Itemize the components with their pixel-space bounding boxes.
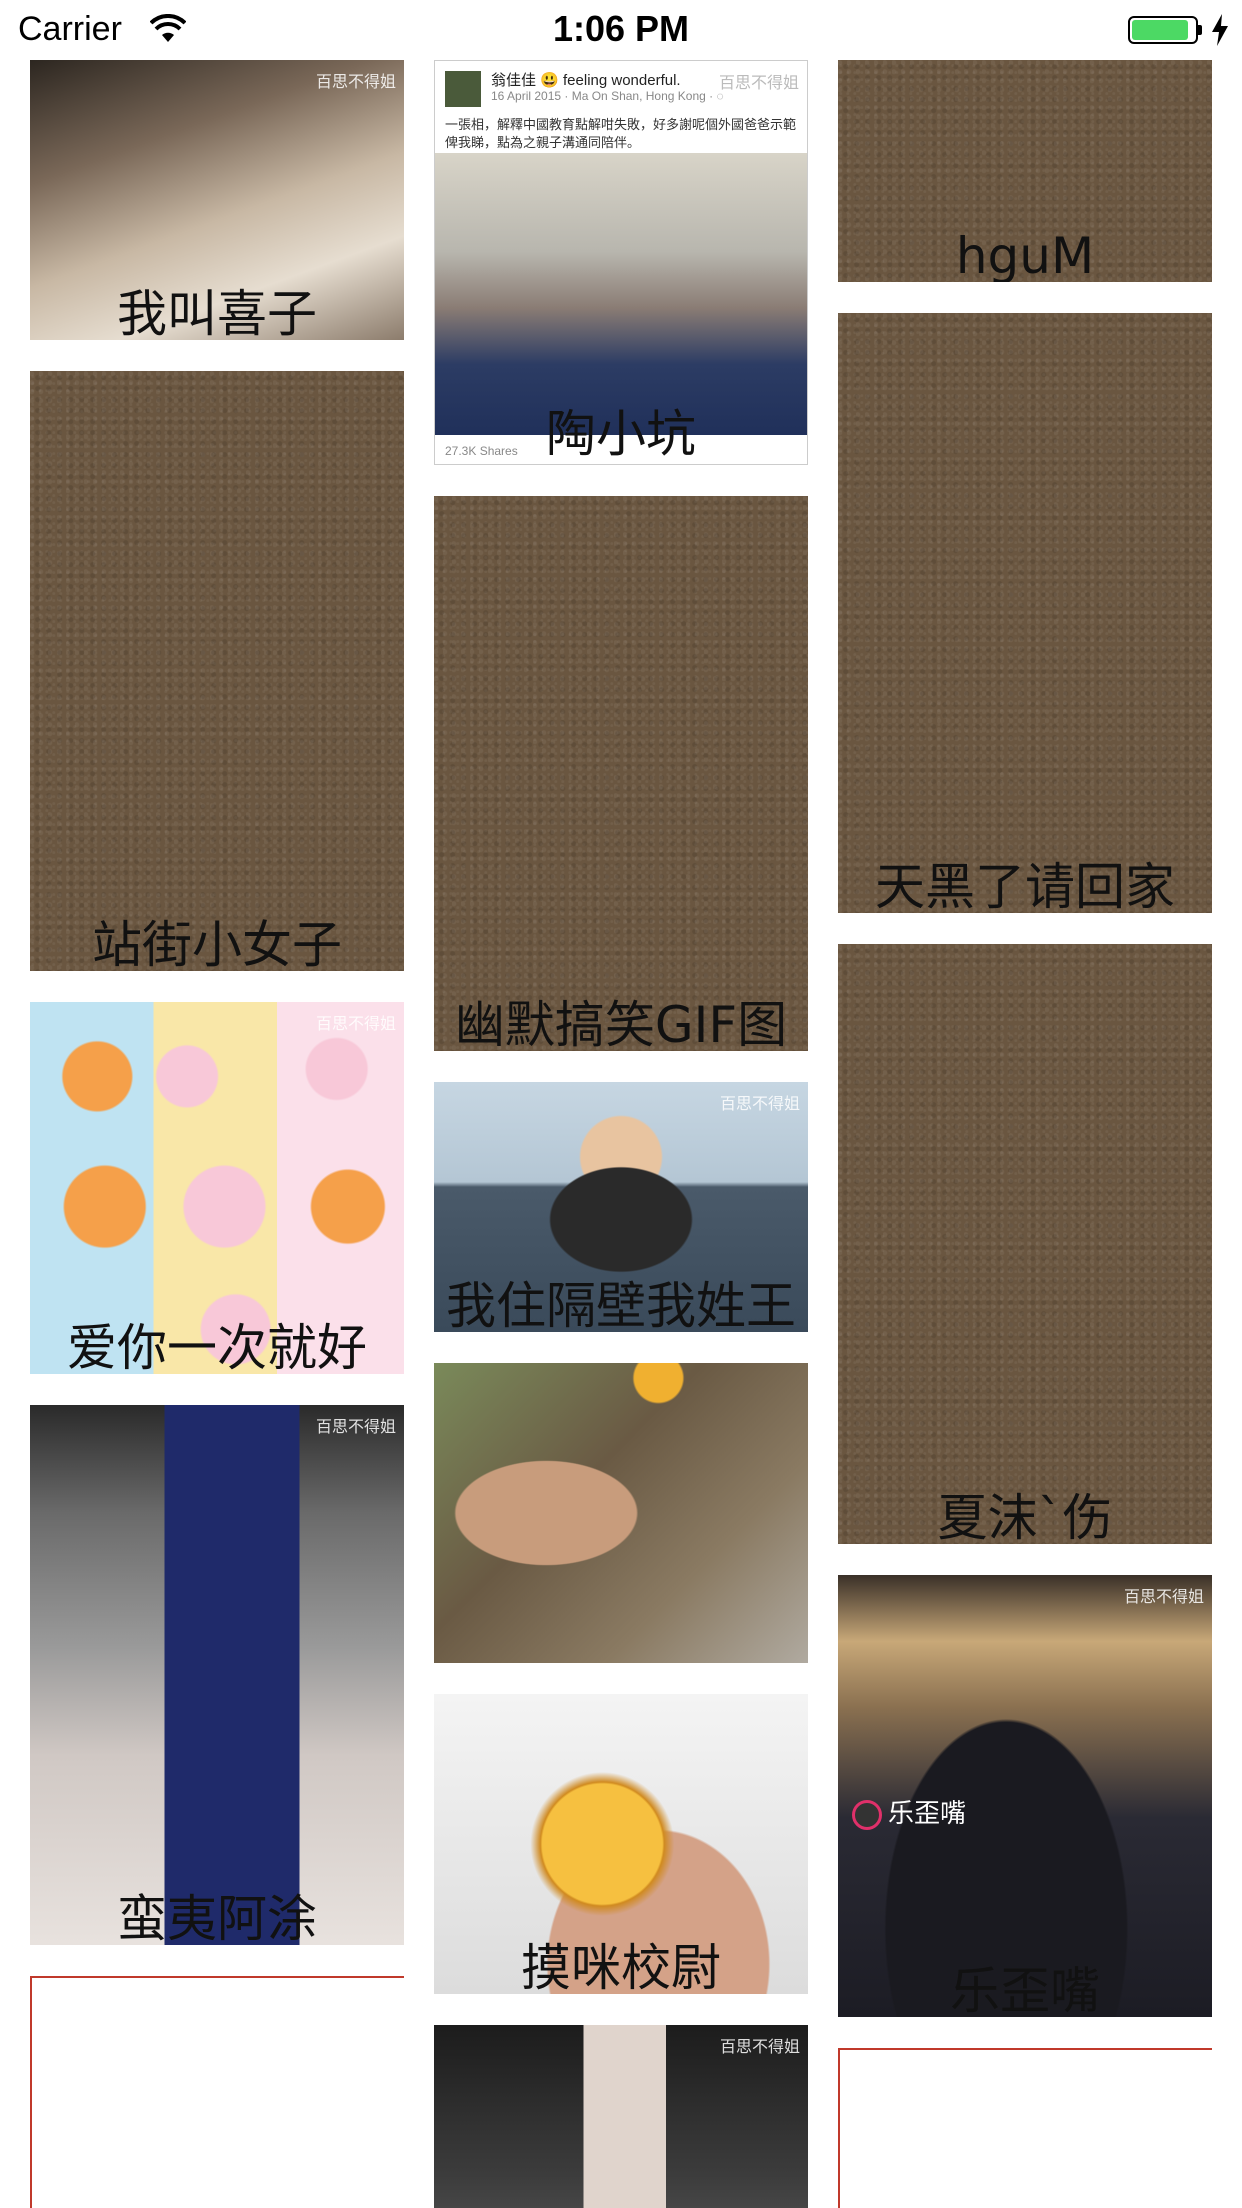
card-caption: 夏沫`伤	[937, 1489, 1113, 1544]
post-meta: 16 April 2015 · Ma On Shan, Hong Kong · …	[491, 89, 724, 103]
card-caption: 幽默搞笑GIF图	[454, 996, 788, 1051]
badge-avatar-icon	[852, 1799, 882, 1830]
feed-card-empty[interactable]	[30, 1976, 404, 2208]
post-author: 翁佳佳 😃 feeling wonderful.	[491, 72, 681, 89]
card-caption: 蛮夷阿涂	[117, 1890, 317, 1945]
feed-card[interactable]: 百思不得姐 我叫喜子	[30, 60, 404, 340]
badge-label: 乐歪嘴	[888, 1799, 967, 1829]
card-caption: 摸咪校尉	[521, 1939, 721, 1994]
watermark: 百思不得姐	[718, 73, 799, 92]
feed-card-empty[interactable]	[838, 2048, 1212, 2208]
watermark: 百思不得姐	[719, 2037, 800, 2056]
watermark: 百思不得姐	[315, 1014, 396, 1033]
waterfall-feed[interactable]: 百思不得姐 我叫喜子 站街小女子 百思不得姐 爱你一次就好 百思不得姐 蛮夷阿涂…	[0, 60, 1242, 2208]
feed-card[interactable]: 百思不得姐 爱你一次就好	[30, 1002, 404, 1374]
battery-nub	[1198, 25, 1202, 35]
watermark: 百思不得姐	[315, 1417, 396, 1436]
status-time: 1:06 PM	[552, 8, 690, 49]
feed-card[interactable]	[434, 1363, 808, 1663]
card-caption: 我叫喜子	[117, 285, 317, 340]
watermark: 百思不得姐	[719, 1094, 800, 1113]
watermark: 百思不得姐	[315, 72, 396, 91]
watermark: 百思不得姐	[1123, 1587, 1204, 1606]
card-caption: hguM	[955, 227, 1095, 282]
feed-card[interactable]: 百思不得姐 我住隔壁我姓王	[434, 1082, 808, 1332]
feed-card[interactable]: 摸咪校尉	[434, 1694, 808, 1994]
feed-card[interactable]: 百思不得姐 乐歪嘴 乐歪嘴	[838, 1575, 1212, 2017]
post-text: 一張相，解釋中國教育點解咁失敗，好多謝呢個外國爸爸示範俾我睇，點為之親子溝通同陪…	[445, 118, 797, 151]
feed-card[interactable]: 站街小女子	[30, 371, 404, 971]
avatar	[445, 71, 481, 107]
card-image	[434, 1363, 808, 1663]
user-badge: 乐歪嘴	[852, 1793, 966, 1830]
feed-card[interactable]: hguM	[838, 60, 1212, 282]
card-caption: 站街小女子	[92, 916, 342, 971]
feed-card[interactable]: 幽默搞笑GIF图	[434, 496, 808, 1051]
battery-fill	[1132, 20, 1188, 40]
card-caption: 我住隔壁我姓王	[446, 1277, 796, 1332]
feed-card[interactable]: 翁佳佳 😃 feeling wonderful. 16 April 2015 ·…	[434, 60, 808, 465]
card-image	[30, 1405, 404, 1945]
feed-card[interactable]: 夏沫`伤	[838, 944, 1212, 1544]
card-caption: 乐歪嘴	[950, 1962, 1100, 2017]
card-caption: 爱你一次就好	[67, 1319, 367, 1374]
card-caption: 天黑了请回家	[875, 858, 1175, 913]
feed-card[interactable]: 百思不得姐 蛮夷阿涂	[30, 1405, 404, 1945]
status-bar: Carrier 1:06 PM	[0, 0, 1242, 60]
charging-bolt-icon	[1212, 14, 1228, 46]
battery-icon	[1128, 16, 1198, 44]
feed-card[interactable]: 天黑了请回家	[838, 313, 1212, 913]
feed-card[interactable]: 百思不得姐	[434, 2025, 808, 2208]
card-caption: 陶小坑	[546, 405, 696, 463]
post-photo	[435, 153, 807, 435]
